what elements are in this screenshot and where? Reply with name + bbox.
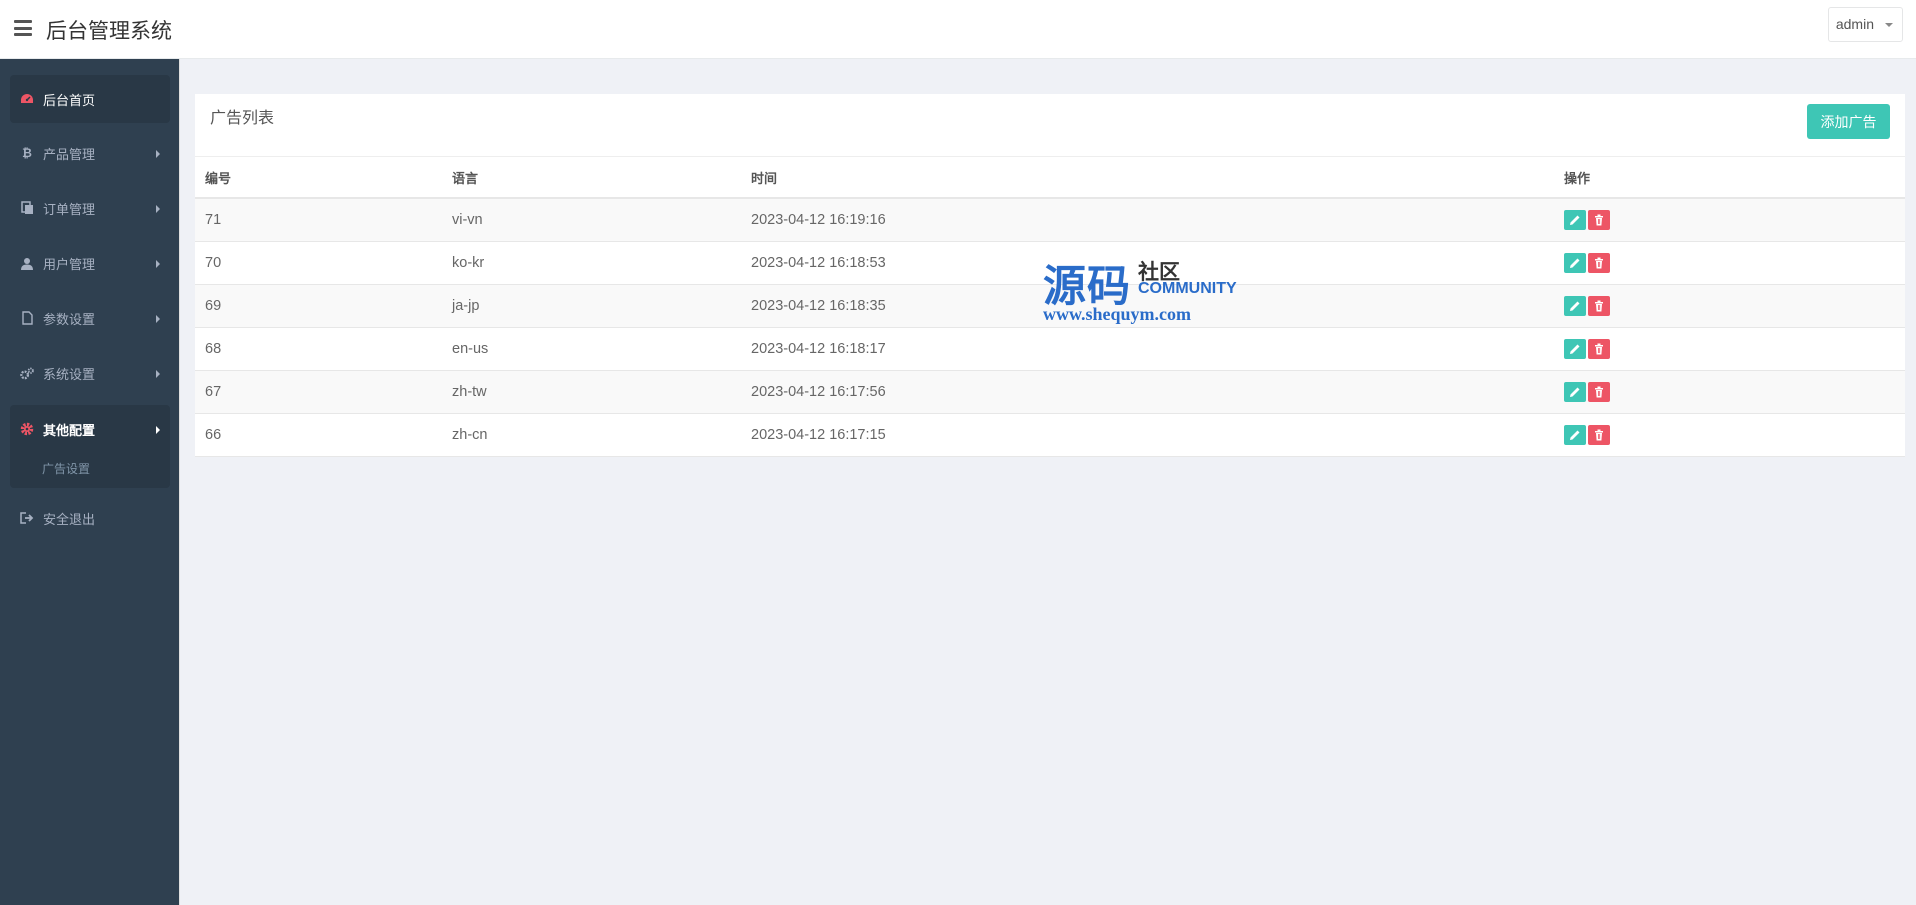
cell-id: 66 [195, 413, 442, 457]
cell-id: 71 [195, 198, 442, 242]
cell-time: 2023-04-12 16:17:15 [741, 413, 1554, 457]
edit-button[interactable] [1564, 252, 1586, 273]
trash-icon [1595, 257, 1603, 268]
cell-id: 68 [195, 327, 442, 371]
cogs-icon [20, 366, 34, 380]
sidebar-item-label: 系统设置 [43, 368, 96, 383]
table-header-row: 编号 语言 时间 操作 [195, 157, 1905, 199]
pencil-icon [1570, 344, 1580, 354]
sidebar-item-label: 安全退出 [43, 513, 96, 528]
sidebar-item-label: 订单管理 [43, 203, 96, 218]
panel-title: 广告列表 [210, 108, 275, 127]
cell-actions [1554, 198, 1905, 242]
cell-actions [1554, 370, 1905, 414]
sidebar-item-label: 产品管理 [43, 148, 96, 163]
pencil-icon [1570, 258, 1580, 268]
sidebar-item-other-config[interactable]: 其他配置 [10, 405, 170, 453]
watermark-url: www.shequym.com [1043, 304, 1192, 324]
pencil-icon [1570, 430, 1580, 440]
cell-actions [1554, 284, 1905, 328]
table-row: 67 zh-tw 2023-04-12 16:17:56 [195, 370, 1905, 414]
cell-id: 70 [195, 241, 442, 285]
sidebar-item-system[interactable]: 系统设置 [10, 349, 170, 397]
delete-button[interactable] [1588, 252, 1610, 273]
pencil-icon [1570, 215, 1580, 225]
bitcoin-icon: ₿ [22, 146, 32, 160]
sidebar-item-orders[interactable]: 订单管理 [10, 184, 170, 232]
gear-icon [20, 422, 34, 436]
table-row: 71 vi-vn 2023-04-12 16:19:16 [195, 198, 1905, 242]
column-header-id[interactable]: 编号 [195, 157, 442, 199]
cell-language: vi-vn [442, 198, 741, 242]
chevron-right-icon [156, 260, 160, 268]
sidebar-item-logout[interactable]: 安全退出 [10, 494, 170, 542]
submenu-item-ad-settings[interactable]: 广告设置 [42, 460, 90, 477]
chevron-right-icon [156, 426, 160, 434]
delete-button[interactable] [1588, 381, 1610, 402]
column-header-actions: 操作 [1554, 157, 1905, 199]
cell-actions [1554, 327, 1905, 371]
cell-id: 69 [195, 284, 442, 328]
pencil-icon [1570, 301, 1580, 311]
cell-language: zh-tw [442, 370, 741, 414]
cell-language: en-us [442, 327, 741, 371]
edit-button[interactable] [1564, 295, 1586, 316]
trash-icon [1595, 386, 1603, 397]
delete-button[interactable] [1588, 295, 1610, 316]
sign-out-icon [20, 511, 34, 525]
delete-button[interactable] [1588, 209, 1610, 230]
delete-button[interactable] [1588, 424, 1610, 445]
edit-button[interactable] [1564, 338, 1586, 359]
edit-button[interactable] [1564, 424, 1586, 445]
sidebar-item-dashboard[interactable]: 后台首页 [10, 75, 170, 123]
sidebar: 后台首页 ₿ 产品管理 订单管理 用户管理 参数设置 系统设置 其他配置 广告设… [0, 59, 180, 905]
sidebar-item-params[interactable]: 参数设置 [10, 294, 170, 342]
sidebar-item-products[interactable]: ₿ 产品管理 [10, 129, 170, 177]
cell-actions [1554, 241, 1905, 285]
menu-toggle-icon[interactable] [14, 20, 32, 36]
chevron-right-icon [156, 315, 160, 323]
sidebar-item-label: 参数设置 [43, 313, 96, 328]
edit-button[interactable] [1564, 209, 1586, 230]
sidebar-item-label: 用户管理 [43, 258, 96, 273]
cell-time: 2023-04-12 16:18:17 [741, 327, 1554, 371]
add-ad-button[interactable]: 添加广告 [1807, 104, 1890, 139]
chevron-right-icon [156, 150, 160, 158]
column-header-language[interactable]: 语言 [442, 157, 741, 199]
caret-down-icon [1885, 23, 1893, 27]
sidebar-group-other: 其他配置 广告设置 [10, 405, 170, 488]
trash-icon [1595, 343, 1603, 354]
cell-language: zh-cn [442, 413, 741, 457]
username: admin [1835, 16, 1874, 32]
top-header: 后台管理系统 admin [0, 0, 1916, 59]
trash-icon [1595, 300, 1603, 311]
chevron-right-icon [156, 205, 160, 213]
sidebar-item-users[interactable]: 用户管理 [10, 239, 170, 287]
table-row: 68 en-us 2023-04-12 16:18:17 [195, 327, 1905, 371]
sidebar-item-label: 后台首页 [43, 94, 96, 109]
column-header-time[interactable]: 时间 [741, 157, 1554, 199]
watermark-community-text: COMMUNITY [1138, 280, 1237, 297]
file-icon [20, 311, 34, 325]
cell-time: 2023-04-12 16:19:16 [741, 198, 1554, 242]
cell-actions [1554, 413, 1905, 457]
user-dropdown[interactable]: admin [1827, 7, 1903, 42]
trash-icon [1595, 429, 1603, 440]
edit-button[interactable] [1564, 381, 1586, 402]
cell-language: ja-jp [442, 284, 741, 328]
trash-icon [1595, 214, 1603, 226]
dashboard-icon [20, 92, 34, 106]
table-row: 66 zh-cn 2023-04-12 16:17:15 [195, 413, 1905, 457]
cell-time: 2023-04-12 16:17:56 [741, 370, 1554, 414]
cell-language: ko-kr [442, 241, 741, 285]
files-icon [20, 201, 34, 215]
app-title: 后台管理系统 [46, 19, 172, 43]
pencil-icon [1570, 387, 1580, 397]
user-icon [20, 256, 34, 270]
chevron-right-icon [156, 370, 160, 378]
cell-id: 67 [195, 370, 442, 414]
delete-button[interactable] [1588, 338, 1610, 359]
watermark-logo: 源码 社区 COMMUNITY www.shequym.com [1043, 252, 1253, 328]
sidebar-item-label: 其他配置 [43, 424, 96, 439]
